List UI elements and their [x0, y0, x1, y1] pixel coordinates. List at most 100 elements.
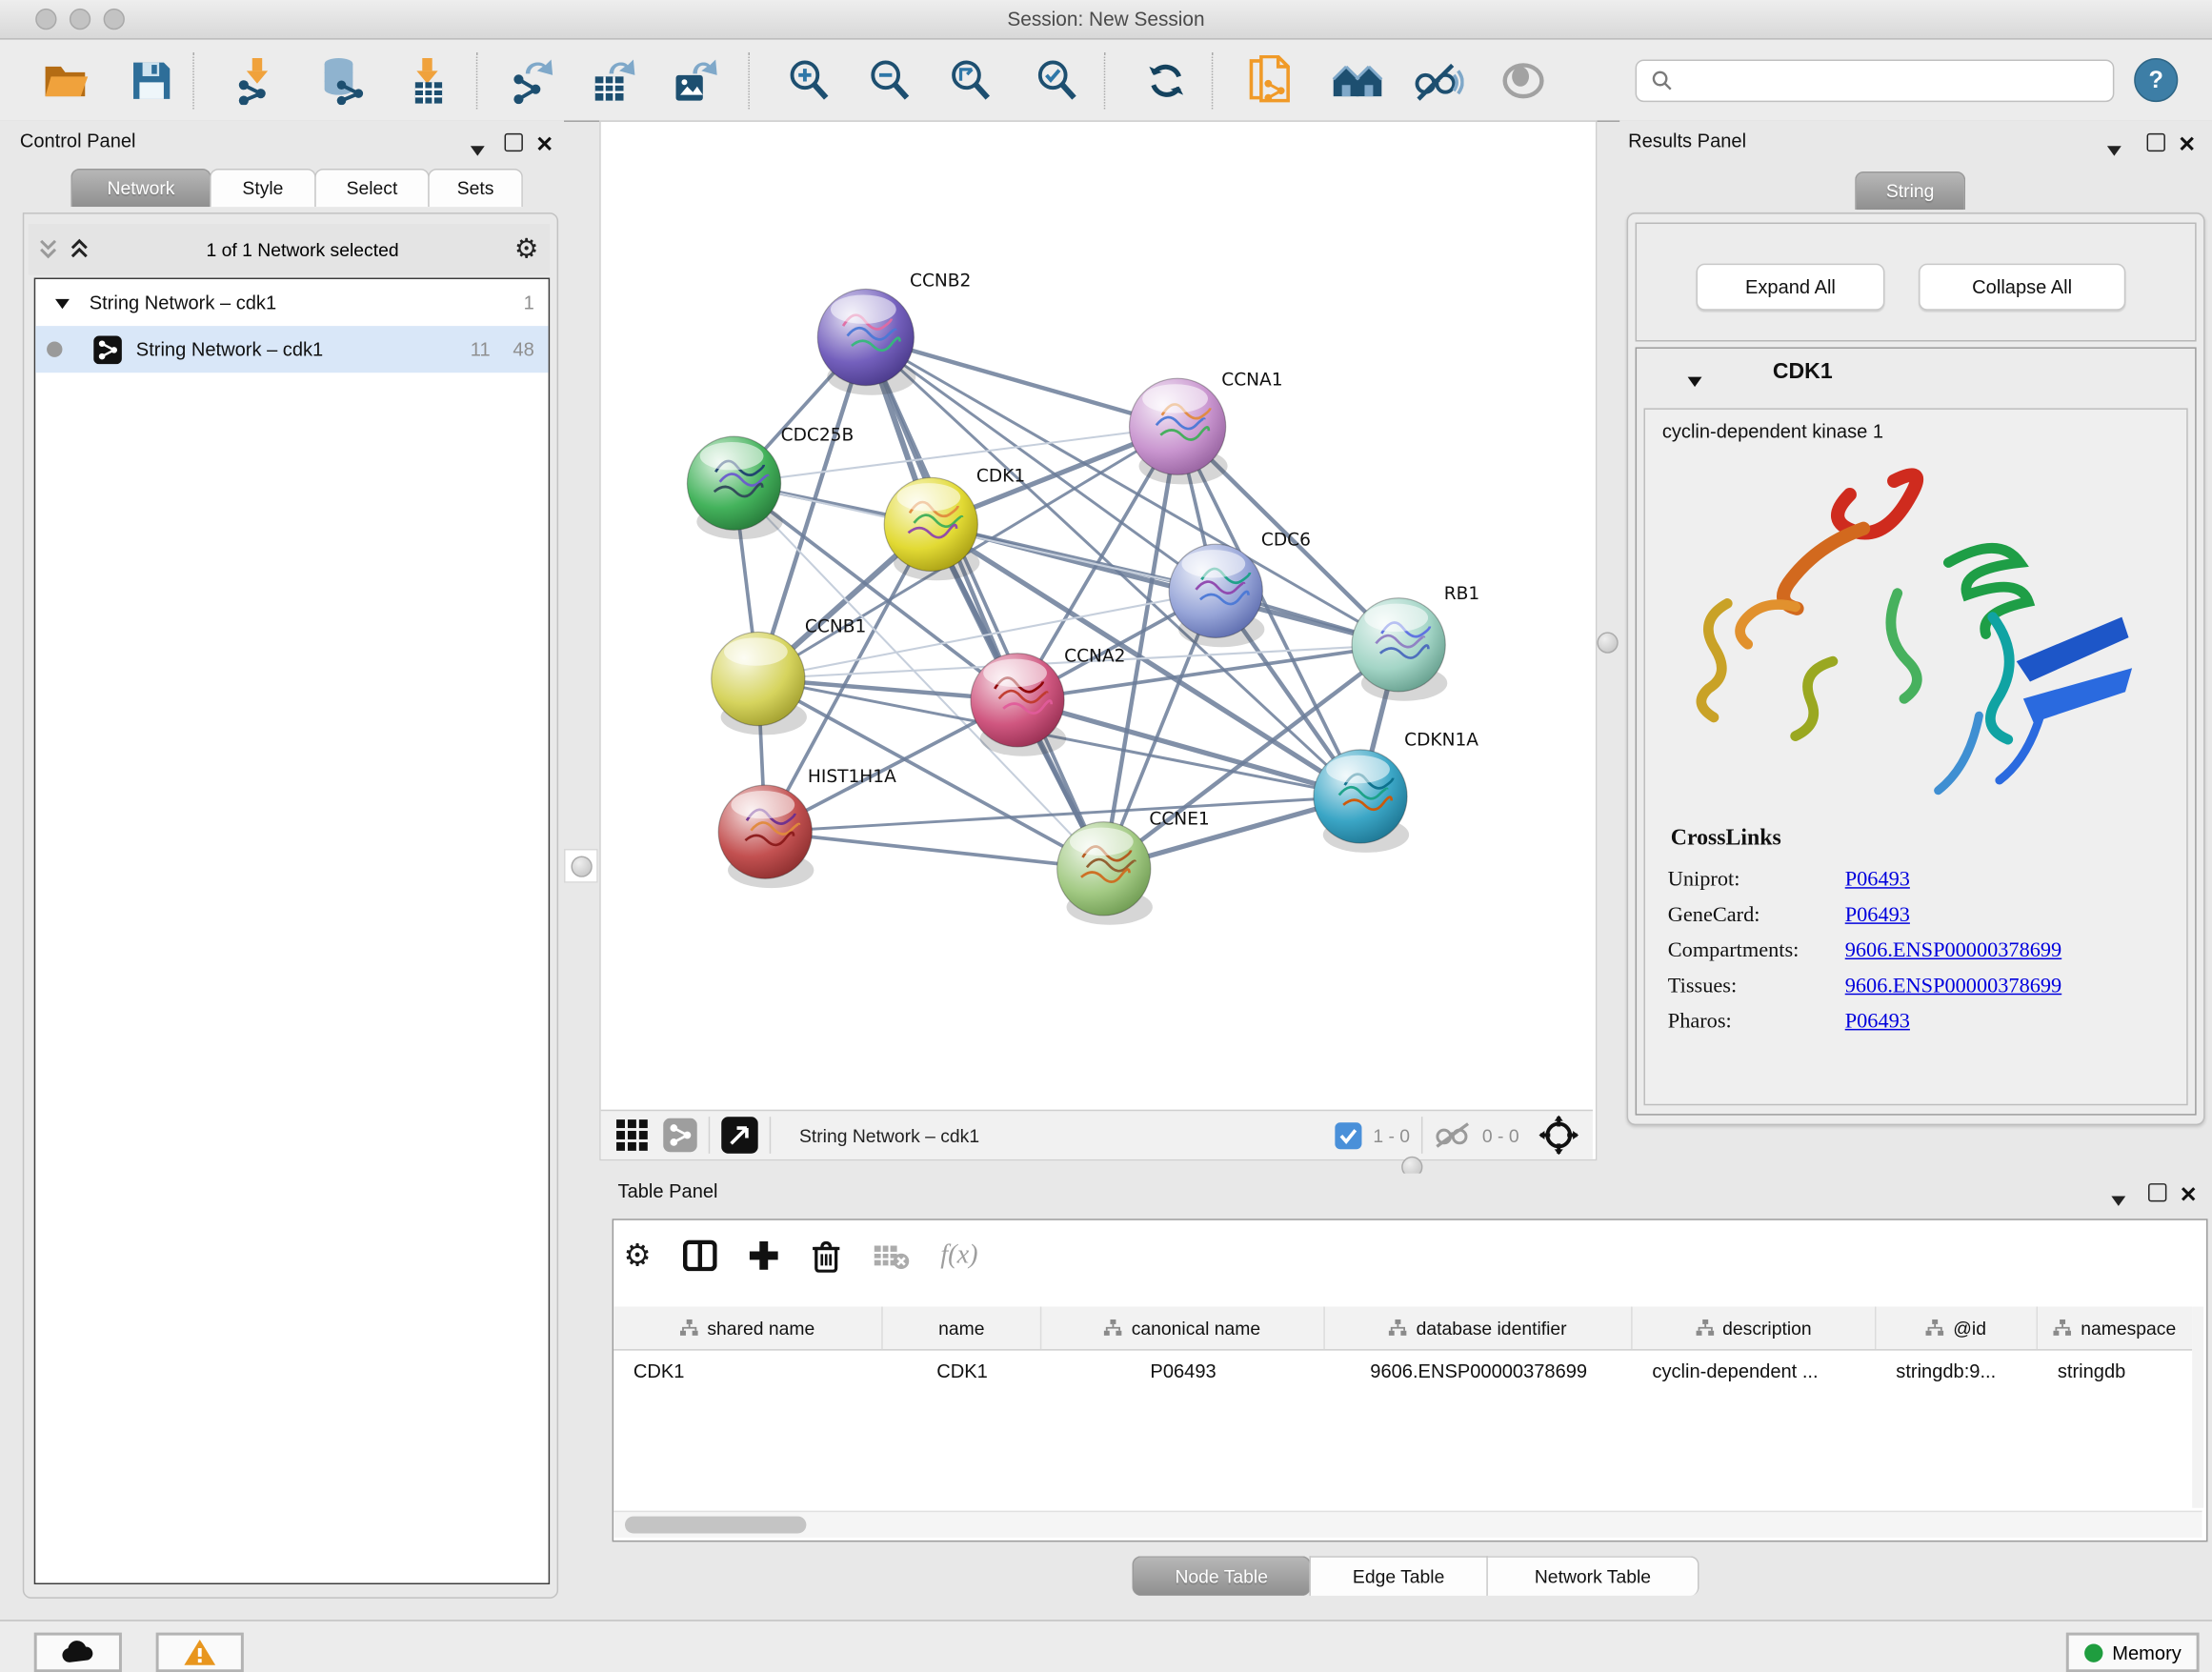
tab-edge-table[interactable]: Edge Table: [1309, 1556, 1487, 1596]
crosslink-genecard[interactable]: P06493: [1845, 904, 1910, 928]
cell-name[interactable]: CDK1: [883, 1349, 1042, 1392]
string-import-button[interactable]: [1243, 55, 1300, 107]
show-eye-button[interactable]: [1495, 55, 1552, 107]
control-panel-collapse-icon[interactable]: [471, 137, 485, 163]
column-header-shared-name[interactable]: shared name: [613, 1306, 883, 1349]
network-edge-hist1h1a-ccne1[interactable]: [765, 832, 1104, 869]
network-node-ccna1[interactable]: CCNA1: [1130, 371, 1283, 485]
network-node-cdk1[interactable]: CDK1: [884, 467, 1025, 581]
network-node-cdc6[interactable]: CDC6: [1169, 531, 1311, 648]
import-table-from-file-button[interactable]: [399, 55, 456, 107]
zoom-out-button[interactable]: [861, 55, 918, 107]
hidden-glasses-icon[interactable]: [1434, 1122, 1471, 1148]
add-column-plus-icon[interactable]: [748, 1240, 779, 1272]
table-panel-collapse-icon[interactable]: [2111, 1188, 2125, 1214]
crosslink-uniprot[interactable]: P06493: [1845, 869, 1910, 893]
control-panel-close-icon[interactable]: ✕: [535, 133, 553, 159]
scrollbar-thumb[interactable]: [625, 1517, 806, 1534]
gene-collapse-arrow-icon[interactable]: [1688, 369, 1702, 394]
zoom-selected-button[interactable]: [1029, 55, 1086, 107]
network-canvas[interactable]: CCNB2CCNA1CDC25BCDK1CDC6RB1CCNB1CCNA2CDK…: [601, 122, 1593, 1110]
network-edge-ccnb2-ccne1[interactable]: [866, 337, 1104, 869]
network-node-ccnb2[interactable]: CCNB2: [817, 271, 971, 394]
network-node-ccnb1[interactable]: CCNB1: [712, 616, 867, 735]
network-node-ccne1[interactable]: CCNE1: [1057, 810, 1210, 925]
gene-symbol: CDK1: [1773, 360, 1833, 386]
cloud-status-button[interactable]: [34, 1633, 122, 1672]
table-panel-close-icon[interactable]: ✕: [2180, 1183, 2198, 1209]
hide-glasses-button[interactable]: [1410, 55, 1467, 107]
export-image-button[interactable]: [666, 55, 723, 107]
toolbar-search: [1636, 59, 2115, 102]
string-home-button[interactable]: [1329, 55, 1386, 107]
help-button[interactable]: ?: [2134, 58, 2178, 102]
results-panel-collapse-icon[interactable]: [2107, 137, 2122, 163]
apply-style-refresh-button[interactable]: [1137, 55, 1195, 107]
delete-column-trash-icon[interactable]: [810, 1239, 841, 1273]
cell-canonical-name[interactable]: P06493: [1041, 1349, 1325, 1392]
cell-description[interactable]: cyclin-dependent ...: [1633, 1349, 1877, 1392]
right-splitter-handle[interactable]: [1597, 632, 1618, 653]
column-header-canonical-name[interactable]: canonical name: [1041, 1306, 1325, 1349]
control-panel-float-icon[interactable]: [505, 133, 523, 159]
table-horizontal-scrollbar[interactable]: [613, 1511, 2202, 1538]
network-collection-row[interactable]: String Network – cdk1 1: [35, 279, 548, 326]
collapse-all-button[interactable]: Collapse All: [1919, 264, 2125, 311]
export-network-button[interactable]: [505, 55, 562, 107]
tab-string[interactable]: String: [1855, 171, 1965, 210]
table-row[interactable]: CDK1 CDK1 P06493 9606.ENSP00000378699 cy…: [613, 1349, 2192, 1392]
column-header-namespace[interactable]: namespace: [2038, 1306, 2192, 1349]
zoom-in-button[interactable]: [781, 55, 838, 107]
tab-style[interactable]: Style: [210, 169, 316, 207]
import-network-from-file-button[interactable]: [228, 55, 285, 107]
collapse-all-networks-icon[interactable]: [37, 238, 60, 261]
column-header-id[interactable]: @id: [1876, 1306, 2038, 1349]
network-list-header: 1 of 1 Network selected ⚙: [29, 224, 550, 275]
network-share-view-icon[interactable]: [663, 1118, 697, 1153]
table-panel-float-icon[interactable]: [2148, 1183, 2166, 1209]
warnings-button[interactable]: [156, 1633, 244, 1672]
search-icon: [1651, 70, 1674, 92]
results-panel-close-icon[interactable]: ✕: [2178, 133, 2196, 159]
tab-network-table[interactable]: Network Table: [1486, 1556, 1699, 1596]
save-session-button[interactable]: [123, 55, 180, 107]
column-header-database-identifier[interactable]: database identifier: [1325, 1306, 1633, 1349]
network-options-gear-icon[interactable]: ⚙: [514, 233, 538, 266]
tab-sets[interactable]: Sets: [428, 169, 523, 207]
cell-database-identifier[interactable]: 9606.ENSP00000378699: [1325, 1349, 1633, 1392]
cell-shared-name[interactable]: CDK1: [613, 1349, 883, 1392]
crosslink-tissues[interactable]: 9606.ENSP00000378699: [1845, 975, 2061, 998]
import-network-from-database-button[interactable]: [314, 55, 372, 107]
column-header-name[interactable]: name: [883, 1306, 1042, 1349]
column-header-description[interactable]: description: [1633, 1306, 1877, 1349]
export-table-button[interactable]: [585, 55, 642, 107]
network-view-toolbar: String Network – cdk1 1 - 0 0 - 0: [601, 1110, 1593, 1159]
search-input[interactable]: [1679, 69, 2113, 92]
open-session-button[interactable]: [38, 55, 95, 107]
expand-all-button[interactable]: Expand All: [1697, 264, 1885, 311]
collection-expand-arrow-icon[interactable]: [55, 292, 70, 312]
birds-eye-view-icon[interactable]: [721, 1117, 758, 1154]
memory-button[interactable]: Memory: [2066, 1633, 2200, 1672]
network-row-selected[interactable]: String Network – cdk1 11 48: [35, 326, 548, 373]
tab-node-table[interactable]: Node Table: [1133, 1556, 1311, 1596]
table-options-gear-icon[interactable]: ⚙: [624, 1238, 652, 1275]
zoom-fit-content-button[interactable]: [942, 55, 999, 107]
show-columns-icon[interactable]: [683, 1240, 717, 1272]
table-vertical-scrollbar[interactable]: [2192, 1306, 2203, 1507]
network-node-rb1[interactable]: RB1: [1352, 584, 1479, 701]
grid-view-icon[interactable]: [615, 1118, 650, 1153]
selected-checkbox-icon[interactable]: [1335, 1121, 1361, 1148]
crosslink-pharos[interactable]: P06493: [1845, 1011, 1910, 1035]
cell-namespace[interactable]: stringdb: [2038, 1349, 2192, 1392]
crosslink-compartments[interactable]: 9606.ENSP00000378699: [1845, 939, 2061, 963]
network-node-hist1h1a[interactable]: HIST1H1A: [718, 767, 896, 888]
crosslink-label: Uniprot:: [1668, 869, 1845, 893]
tab-select[interactable]: Select: [314, 169, 429, 207]
results-panel-float-icon[interactable]: [2147, 133, 2165, 159]
cell-id[interactable]: stringdb:9...: [1876, 1349, 2038, 1392]
left-splitter-handle[interactable]: [564, 849, 598, 883]
expand-all-networks-icon[interactable]: [68, 238, 90, 261]
tab-network[interactable]: Network: [70, 169, 211, 207]
fit-selection-crosshair-icon[interactable]: [1538, 1116, 1579, 1156]
